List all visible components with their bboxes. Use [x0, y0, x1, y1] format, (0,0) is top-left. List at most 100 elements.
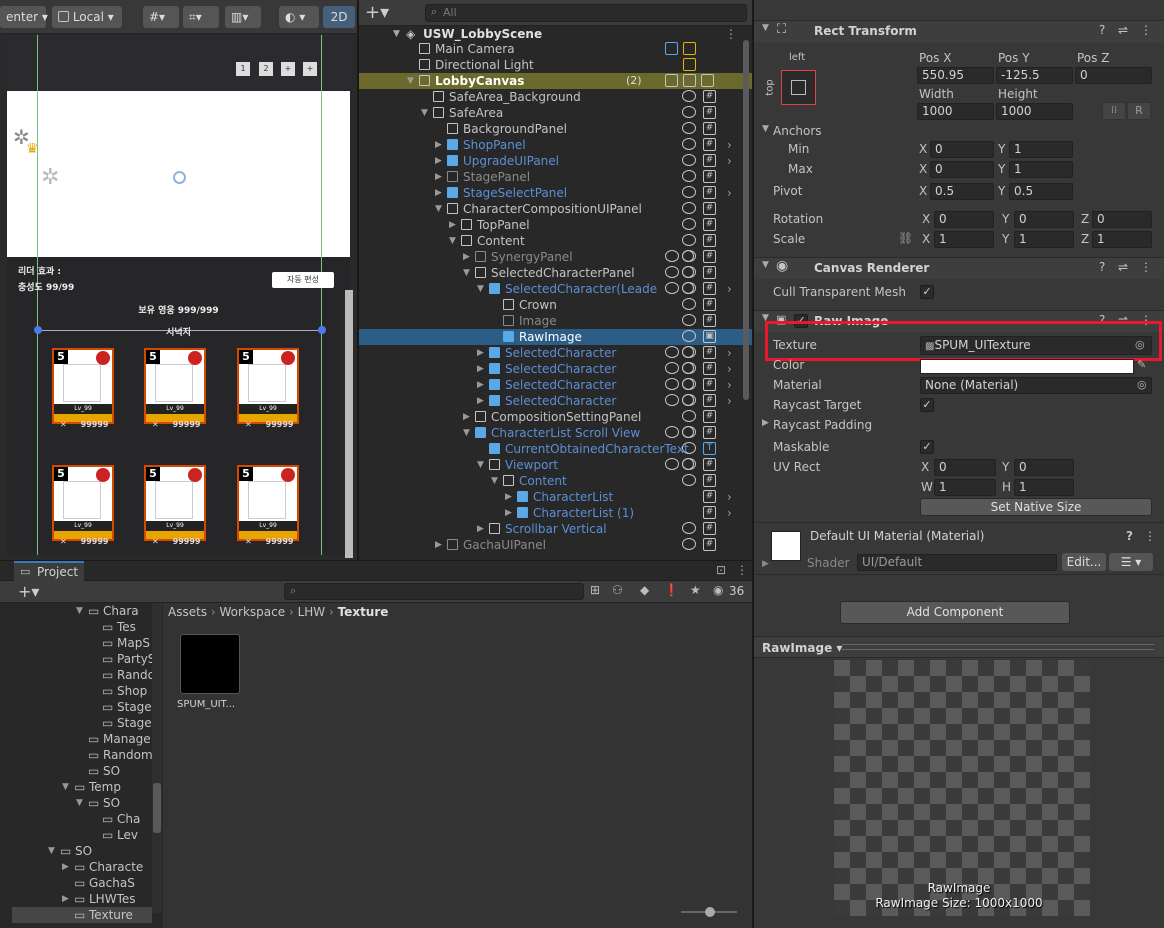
render-mode-button[interactable]: ◐ ▾	[279, 6, 319, 28]
open-prefab-icon[interactable]: ›	[727, 393, 732, 409]
hierarchy-row[interactable]: ▼ CharacterList Scroll View #	[359, 425, 752, 441]
project-folder-row[interactable]: ▼ ▭ Temp	[12, 779, 152, 795]
tree-scrollbar[interactable]	[152, 603, 162, 913]
grid-snap-button[interactable]: #▾	[143, 6, 179, 28]
scene-scrollbar[interactable]	[345, 290, 353, 558]
hierarchy-row[interactable]: ▼ SelectedCharacter(Leade # ›	[359, 281, 752, 297]
visibility-eye-icon[interactable]	[665, 426, 679, 438]
add-icon[interactable]: +▾	[365, 2, 389, 23]
collapse-arrow-icon[interactable]: ▶	[435, 185, 445, 201]
hierarchy-row[interactable]: ▶ SelectedCharacter # ›	[359, 377, 752, 393]
visibility-eye-icon[interactable]	[665, 362, 679, 374]
visibility-eye-icon[interactable]	[682, 330, 696, 342]
hierarchy-row[interactable]: Image #	[359, 313, 752, 329]
visibility-eye-icon[interactable]	[682, 170, 696, 182]
eyedropper-icon[interactable]: ✎	[1137, 358, 1146, 371]
collapse-arrow-icon[interactable]: ▶	[449, 217, 459, 233]
canvas-renderer-header[interactable]: ▼ ◉ Canvas Renderer ? ⇌ ⋮	[754, 257, 1164, 279]
visibility-eye-icon[interactable]	[682, 138, 696, 150]
auto-composition-button[interactable]: 자동 편성	[272, 272, 334, 288]
project-folder-row[interactable]: ▭ Stage	[12, 699, 152, 715]
create-icon[interactable]: +▾	[18, 582, 39, 601]
more-icon[interactable]: ⋮	[1144, 529, 1156, 543]
visibility-eye-icon[interactable]	[665, 250, 679, 262]
project-folder-row[interactable]: ▭ Texture	[12, 907, 152, 923]
edit-shader-button[interactable]: Edit...	[1062, 553, 1106, 571]
hierarchy-row[interactable]: ▼ LobbyCanvas (2)	[359, 73, 752, 89]
hierarchy-row[interactable]: ▼ CharacterCompositionUIPanel #	[359, 201, 752, 217]
project-folder-row[interactable]: ▭ Stage	[12, 715, 152, 731]
add-component-button[interactable]: Add Component	[840, 601, 1070, 624]
open-prefab-icon[interactable]: ›	[727, 281, 732, 297]
collapse-arrow-icon[interactable]: ▶	[477, 361, 487, 377]
project-folder-row[interactable]: ▶ ▭ Characte	[12, 859, 152, 875]
uv-y-field[interactable]: 0	[1014, 459, 1074, 476]
collapse-arrow-icon[interactable]: ▶	[435, 169, 445, 185]
hierarchy-row[interactable]: ▶ GachaUIPanel #	[359, 537, 752, 553]
expand-arrow-icon[interactable]: ▼	[407, 73, 417, 89]
visibility-eye-icon[interactable]	[682, 202, 696, 214]
open-prefab-icon[interactable]: ›	[727, 153, 732, 169]
scale-x-field[interactable]: 1	[934, 231, 994, 248]
pos-y-field[interactable]: -125.5	[996, 67, 1073, 84]
mode-2d-button[interactable]: 2D	[323, 6, 355, 28]
pos-x-field[interactable]: 550.95	[917, 67, 994, 84]
page-button-3[interactable]: +	[281, 62, 295, 76]
width-field[interactable]: 1000	[917, 103, 994, 120]
visibility-eye-icon[interactable]	[682, 218, 696, 230]
visibility-eye-icon[interactable]	[682, 234, 696, 246]
pivot-dropdown[interactable]: enter ▾	[0, 6, 48, 28]
project-folder-row[interactable]: ▭ Shop	[12, 683, 152, 699]
expand-arrow-icon[interactable]: ▼	[449, 233, 459, 249]
preview-drag-handle[interactable]	[842, 644, 1154, 650]
collapse-arrow-icon[interactable]: ▶	[435, 537, 445, 553]
project-folder-row[interactable]: ▼ ▭ SO	[12, 843, 152, 859]
project-folder-row[interactable]: ▭ PartyS	[12, 651, 152, 667]
hierarchy-row[interactable]: RawImage ▣	[359, 329, 752, 345]
anchor-min-y-field[interactable]: 1	[1009, 141, 1073, 158]
hierarchy-row[interactable]: ▶ SelectedCharacter # ›	[359, 361, 752, 377]
visibility-eye-icon[interactable]	[682, 298, 696, 310]
hierarchy-row[interactable]: ▼ Content #	[359, 233, 752, 249]
hierarchy-row[interactable]: ▼ Content #	[359, 473, 752, 489]
hierarchy-row[interactable]: Crown #	[359, 297, 752, 313]
pos-z-field[interactable]: 0	[1075, 67, 1152, 84]
page-button-1[interactable]: 1	[236, 62, 250, 76]
maskable-checkbox[interactable]: ✓	[920, 440, 934, 454]
hierarchy-row[interactable]: ▶ SynergyPanel #	[359, 249, 752, 265]
expand-arrow-icon[interactable]: ▼	[463, 425, 473, 441]
visibility-eye-icon[interactable]	[682, 442, 696, 454]
project-folder-row[interactable]: ▶ ▭ LHWTes	[12, 891, 152, 907]
hierarchy-row[interactable]: CurrentObtainedCharacterText T	[359, 441, 752, 457]
project-folder-row[interactable]: ▼ ▭ SO	[12, 795, 152, 811]
anchor-max-y-field[interactable]: 1	[1009, 161, 1073, 178]
visibility-eye-icon[interactable]	[665, 394, 679, 406]
hierarchy-row[interactable]: ▼ SelectedCharacterPanel #	[359, 265, 752, 281]
project-folder-row[interactable]: ▭ Rando	[12, 667, 152, 683]
folder-expand-icon[interactable]: ▼	[76, 795, 83, 811]
favorite-icon[interactable]: ★	[690, 583, 701, 597]
visibility-eye-icon[interactable]	[682, 538, 696, 550]
collapse-arrow-icon[interactable]: ▶	[477, 345, 487, 361]
hierarchy-row[interactable]: ▼ Viewport #	[359, 457, 752, 473]
help-icon[interactable]: ?	[1099, 23, 1105, 37]
expand-arrow-icon[interactable]: ▼	[463, 265, 473, 281]
hierarchy-row[interactable]: SafeArea_Background #	[359, 89, 752, 105]
visibility-eye-icon[interactable]	[682, 106, 696, 118]
hierarchy-row[interactable]: ▶ StagePanel #	[359, 169, 752, 185]
project-folder-row[interactable]: ▼ ▭ Chara	[12, 603, 152, 619]
hierarchy-row[interactable]: ▶ SelectedCharacter # ›	[359, 345, 752, 361]
visibility-eye-icon[interactable]	[682, 410, 696, 422]
hierarchy-row[interactable]: ▶ CharacterList # ›	[359, 489, 752, 505]
anchor-max-x-field[interactable]: 0	[930, 161, 994, 178]
visibility-eye-icon[interactable]	[665, 378, 679, 390]
open-prefab-icon[interactable]: ›	[727, 505, 732, 521]
object-picker-icon[interactable]: ◎	[1137, 378, 1147, 391]
hierarchy-scrollbar[interactable]	[743, 40, 749, 400]
raycast-padding-label[interactable]: Raycast Padding	[773, 418, 872, 432]
folder-expand-icon[interactable]: ▼	[76, 603, 83, 619]
texture-asset-thumbnail[interactable]	[180, 634, 240, 694]
help-icon[interactable]: ?	[1099, 260, 1105, 274]
open-prefab-icon[interactable]: ›	[727, 137, 732, 153]
pivot-gizmo-icon[interactable]	[173, 171, 186, 184]
